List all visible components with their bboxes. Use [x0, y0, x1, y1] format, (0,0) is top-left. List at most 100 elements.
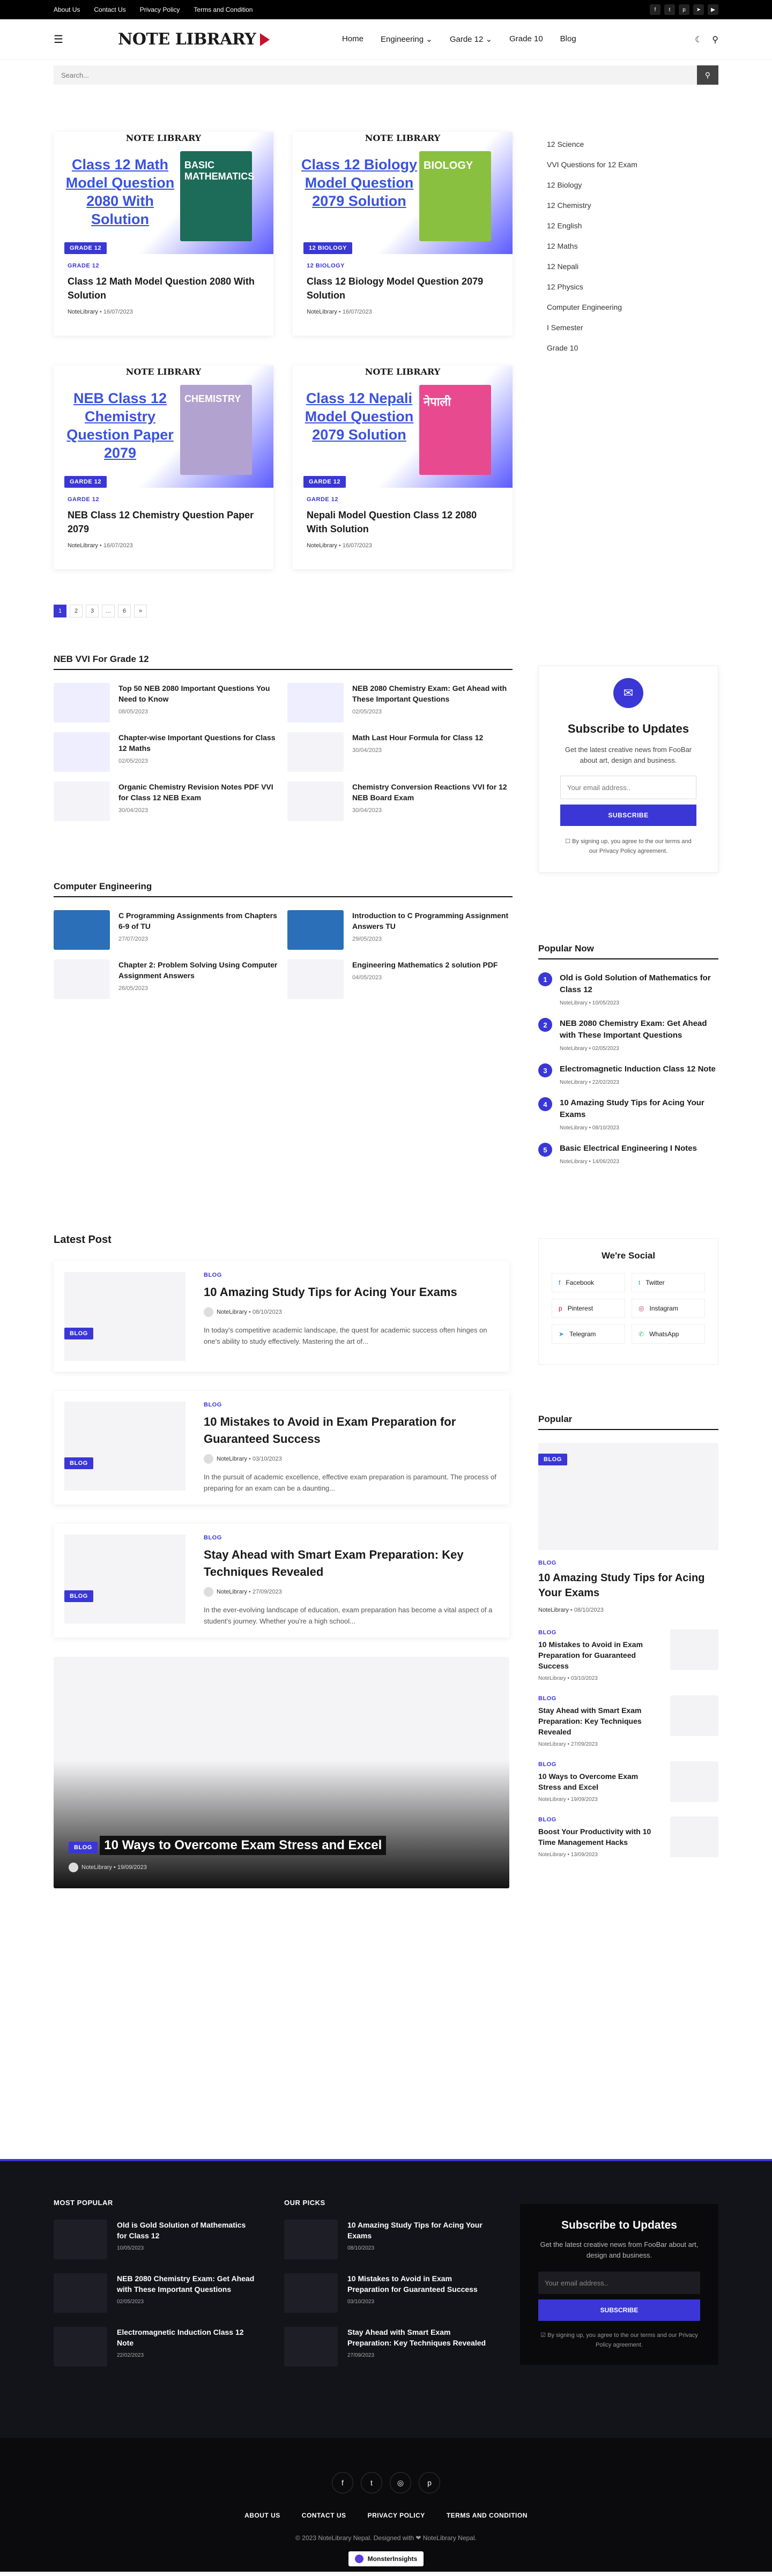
post-thumbnail[interactable] [54, 732, 110, 772]
youtube-icon[interactable]: ▶ [708, 4, 718, 15]
category-item[interactable]: 12 English [547, 218, 718, 234]
c-programming-thumbnail[interactable] [287, 910, 344, 950]
list-item[interactable]: Introduction to C Programming Assignment… [287, 910, 513, 950]
site-logo[interactable]: NOTE LIBRARY [118, 30, 279, 49]
category-link[interactable]: GRADE 12 [68, 263, 259, 269]
category-item[interactable]: Grade 10 [547, 340, 718, 356]
list-item[interactable]: 2 NEB 2080 Chemistry Exam: Get Ahead with… [538, 1018, 718, 1052]
list-item[interactable]: Chapter-wise Important Questions for Cla… [54, 732, 279, 772]
post-thumbnail[interactable] [287, 683, 344, 723]
post-thumbnail[interactable] [670, 1695, 718, 1736]
top-link-privacy[interactable]: Privacy Policy [140, 6, 180, 13]
post-thumbnail[interactable] [54, 683, 110, 723]
pinterest-icon[interactable]: p [419, 2472, 440, 2493]
post-thumbnail[interactable]: BLOG [64, 1535, 185, 1624]
list-item[interactable]: BLOG Stay Ahead with Smart Exam Preparati… [538, 1695, 718, 1747]
list-item[interactable]: 3 Electromagnetic Induction Class 12 Note… [538, 1063, 718, 1085]
post-thumbnail[interactable] [284, 2220, 338, 2259]
post-title[interactable]: Class 12 Math Model Question 2080 With S… [68, 274, 259, 302]
c-programming-thumbnail[interactable] [54, 910, 110, 950]
post-card[interactable]: NOTE LIBRARY NEB Class 12 Chemistry Ques… [54, 366, 273, 569]
list-item[interactable]: Old is Gold Solution of Mathematics for … [54, 2220, 257, 2259]
category-link[interactable]: GARDE 12 [68, 496, 259, 503]
category-badge[interactable]: BLOG [64, 1457, 93, 1469]
list-item[interactable]: Chapter 2: Problem Solving Using Compute… [54, 959, 279, 999]
featured-post-title[interactable]: 10 Ways to Overcome Exam Stress and Exce… [100, 1836, 387, 1855]
post-thumbnail[interactable] [670, 1816, 718, 1857]
post-thumbnail[interactable]: BLOG [64, 1272, 185, 1361]
category-badge[interactable]: BLOG [538, 1454, 567, 1465]
list-item[interactable]: BLOG 10 Mistakes to Avoid in Exam Prepara… [538, 1629, 718, 1681]
list-item[interactable]: Chemistry Conversion Reactions VVI for 1… [287, 781, 513, 821]
terms-agreement[interactable]: ☐ By signing up, you agree to the our te… [560, 837, 696, 856]
list-item[interactable]: 5 Basic Electrical Engineering I Notes Not… [538, 1143, 718, 1165]
top-link-contact[interactable]: Contact Us [94, 6, 125, 13]
subscribe-button[interactable]: SUBSCRIBE [538, 2299, 700, 2321]
category-item[interactable]: VVI Questions for 12 Exam [547, 157, 718, 173]
nav-garde-12[interactable]: Garde 12 ⌄ [450, 6, 492, 72]
list-item[interactable]: Electromagnetic Induction Class 12 Note 2… [54, 2327, 257, 2366]
instagram-icon[interactable]: ◎ [390, 2472, 411, 2493]
category-item[interactable]: 12 Physics [547, 279, 718, 295]
list-item[interactable]: Engineering Mathematics 2 solution PDF 04… [287, 959, 513, 999]
post-thumbnail[interactable] [670, 1629, 718, 1670]
post-card[interactable]: BLOG BLOG 10 Amazing Study Tips for Acing… [54, 1261, 509, 1372]
category-badge[interactable]: GARDE 12 [303, 476, 346, 488]
page-6[interactable]: 6 [118, 605, 131, 617]
list-item[interactable]: 10 Amazing Study Tips for Acing Your Exa… [284, 2220, 488, 2259]
list-item[interactable]: 1 Old is Gold Solution of Mathematics for… [538, 972, 718, 1006]
terms-agreement[interactable]: ☑ By signing up, you agree to the our te… [538, 2331, 700, 2350]
category-badge[interactable]: BLOG [64, 1590, 93, 1602]
social-facebook[interactable]: f Facebook [552, 1273, 625, 1292]
twitter-icon[interactable]: t [664, 4, 675, 15]
dark-mode-icon[interactable]: ☾ [695, 34, 702, 45]
list-item[interactable]: NEB 2080 Chemistry Exam: Get Ahead with … [54, 2273, 257, 2313]
top-link-terms[interactable]: Terms and Condition [194, 6, 253, 13]
post-thumbnail[interactable] [54, 959, 110, 999]
footer-link-about[interactable]: ABOUT US [244, 2512, 280, 2519]
search-bar[interactable]: Search... ⚲ [54, 65, 718, 85]
social-twitter[interactable]: t Twitter [632, 1273, 705, 1292]
category-badge[interactable]: GRADE 12 [64, 242, 107, 254]
post-thumbnail[interactable] [54, 2220, 107, 2259]
monsterinsights-badge[interactable]: MonsterInsights [348, 2551, 424, 2566]
category-badge[interactable]: BLOG [69, 1842, 98, 1853]
footer-link-contact[interactable]: CONTACT US [302, 2512, 346, 2519]
top-link-about[interactable]: About Us [54, 6, 80, 13]
list-item[interactable]: Stay Ahead with Smart Exam Preparation: … [284, 2327, 488, 2366]
featured-post[interactable]: BLOG 10 Ways to Overcome Exam Stress and… [54, 1657, 509, 1888]
category-badge[interactable]: GARDE 12 [64, 476, 107, 488]
search-button[interactable]: ⚲ [697, 65, 718, 85]
post-thumbnail[interactable] [284, 2273, 338, 2313]
search-input[interactable]: Search... [61, 71, 89, 79]
category-link[interactable]: GARDE 12 [307, 496, 499, 503]
post-thumbnail[interactable] [54, 781, 110, 821]
post-thumbnail[interactable] [54, 2327, 107, 2366]
category-item[interactable]: I Semester [547, 319, 718, 336]
nav-blog[interactable]: Blog [560, 6, 576, 72]
post-title[interactable]: 10 Amazing Study Tips for Acing Your Exa… [538, 1570, 718, 1600]
post-card[interactable]: NOTE LIBRARY Class 12 Nepali Model Quest… [293, 366, 513, 569]
twitter-icon[interactable]: t [361, 2472, 382, 2493]
footer-link-terms[interactable]: TERMS AND CONDITION [447, 2512, 528, 2519]
social-instagram[interactable]: ◎ Instagram [632, 1299, 705, 1318]
facebook-icon[interactable]: f [332, 2472, 353, 2493]
nav-grade-10[interactable]: Grade 10 [509, 6, 543, 72]
email-field[interactable]: Your email address.. [538, 2272, 700, 2294]
category-badge[interactable]: BLOG [64, 1328, 93, 1339]
post-thumbnail[interactable]: NOTE LIBRARY Class 12 Math Model Questio… [54, 132, 273, 254]
post-thumbnail[interactable] [287, 732, 344, 772]
post-card[interactable]: BLOG BLOG 10 Mistakes to Avoid in Exam Pr… [54, 1391, 509, 1505]
email-field[interactable]: Your email address.. [560, 776, 696, 799]
subscribe-button[interactable]: SUBSCRIBE [560, 805, 696, 826]
list-item[interactable]: Organic Chemistry Revision Notes PDF VVI… [54, 781, 279, 821]
post-thumbnail[interactable]: NOTE LIBRARY Class 12 Biology Model Ques… [293, 132, 513, 254]
list-item[interactable]: 4 10 Amazing Study Tips for Acing Your Ex… [538, 1097, 718, 1131]
post-title[interactable]: 10 Mistakes to Avoid in Exam Preparation… [204, 1413, 499, 1448]
post-title[interactable]: Nepali Model Question Class 12 2080 With… [307, 508, 499, 536]
list-item[interactable]: BLOG 10 Ways to Overcome Exam Stress and … [538, 1761, 718, 1803]
category-item[interactable]: 12 Chemistry [547, 197, 718, 213]
post-title[interactable]: 10 Amazing Study Tips for Acing Your Exa… [204, 1284, 499, 1301]
social-whatsapp[interactable]: ✆ WhatsApp [632, 1324, 705, 1344]
list-item[interactable]: BLOG Boost Your Productivity with 10 Time… [538, 1816, 718, 1858]
